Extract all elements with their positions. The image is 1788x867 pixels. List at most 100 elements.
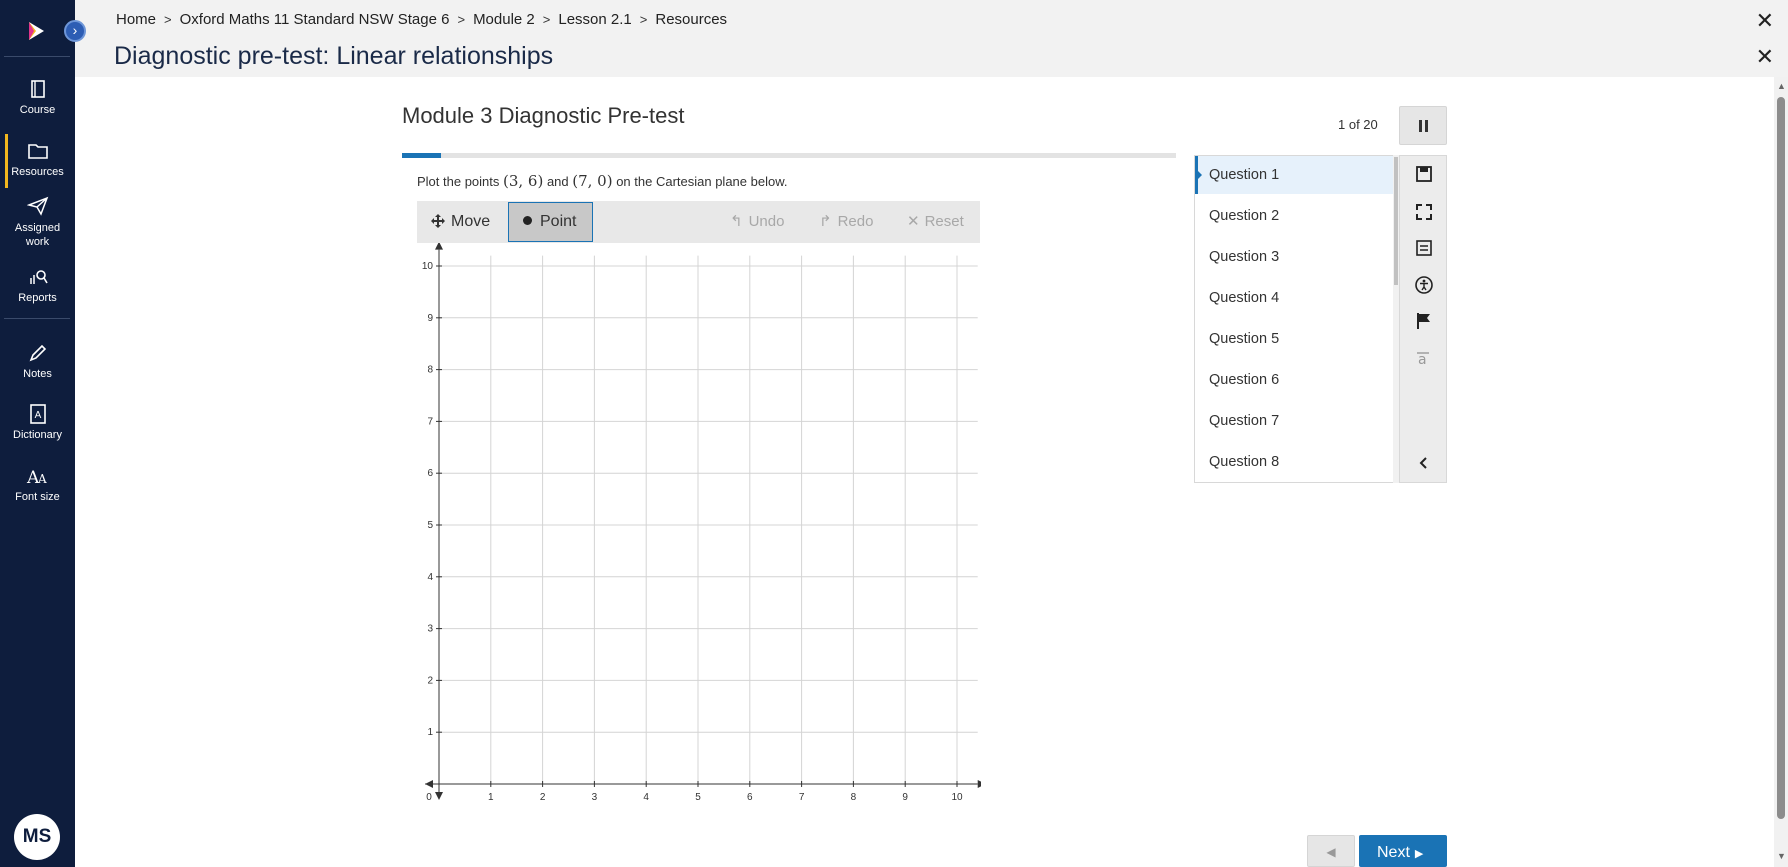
sidebar-item-resources[interactable]: Resources: [0, 134, 75, 188]
y-tick-label: 4: [427, 572, 433, 583]
x-tick-label: 8: [851, 792, 857, 803]
point-tool-button[interactable]: Point: [508, 202, 593, 242]
move-icon: [431, 214, 445, 228]
chevron-left-icon: ◀: [1326, 845, 1336, 859]
y-tick-label: 10: [422, 261, 434, 272]
font-size-icon: AA: [26, 468, 47, 487]
chevron-right-icon: ▶: [1414, 848, 1424, 860]
redo-button[interactable]: ↱ Redo: [819, 201, 873, 243]
point-icon: [523, 216, 532, 226]
expand-sidebar-button[interactable]: ›: [64, 20, 86, 42]
y-tick-label: 5: [427, 520, 433, 531]
sidebar-divider: [4, 56, 70, 57]
header: Home > Oxford Maths 11 Standard NSW Stag…: [75, 0, 1788, 77]
x-tick-label: 9: [902, 792, 908, 803]
breadcrumb: Home > Oxford Maths 11 Standard NSW Stag…: [116, 11, 727, 28]
x-tick-label: 5: [695, 792, 701, 803]
dictionary-icon: A: [29, 404, 46, 424]
graph-toolbar: Move Point ↰ Undo ↱ Redo ✕ Reset: [417, 201, 980, 243]
y-tick-label: 7: [427, 416, 433, 427]
x-tick-label: 2: [540, 792, 546, 803]
sidebar-item-font-size[interactable]: AA Font size: [0, 465, 75, 503]
breadcrumb-item-home[interactable]: Home: [116, 11, 156, 28]
sidebar-item-label: Course: [19, 104, 56, 116]
progress-fill: [402, 153, 441, 158]
list-icon[interactable]: [1414, 238, 1434, 258]
x-tick-label: 1: [488, 792, 494, 803]
previous-button[interactable]: ◀: [1307, 835, 1355, 867]
x-tick-label: 7: [799, 792, 805, 803]
sidebar-item-assigned-work[interactable]: Assigned work: [0, 195, 75, 249]
redo-icon: ↱: [819, 213, 832, 230]
reset-button[interactable]: ✕ Reset: [907, 201, 964, 243]
page-scroll-thumb[interactable]: [1777, 97, 1785, 819]
x-tick-label: 4: [643, 792, 649, 803]
prompt-text: Plot the points: [417, 174, 503, 189]
question-list-item[interactable]: Question 4: [1195, 279, 1394, 317]
y-tick-label: 6: [427, 468, 433, 479]
undo-button[interactable]: ↰ Undo: [730, 201, 784, 243]
sidebar-item-notes[interactable]: Notes: [0, 342, 75, 380]
question-list-item[interactable]: Question 7: [1195, 402, 1394, 440]
x-tick-label: 3: [592, 792, 598, 803]
sidebar-item-course[interactable]: Course: [0, 78, 75, 116]
prompt-text: on the Cartesian plane below.: [612, 174, 788, 189]
sidebar-item-dictionary[interactable]: A Dictionary: [0, 403, 75, 441]
redo-label: Redo: [837, 213, 874, 230]
scroll-down-icon[interactable]: ▼: [1777, 851, 1786, 861]
paper-plane-icon: [26, 196, 48, 216]
pause-button[interactable]: [1399, 106, 1447, 145]
flag-icon[interactable]: [1414, 311, 1434, 331]
collapse-chevron-icon[interactable]: [1414, 453, 1434, 473]
move-tool-label: Move: [451, 213, 491, 230]
prompt-text: and: [543, 174, 573, 189]
chevron-right-icon: >: [164, 12, 172, 27]
y-tick-label: 9: [427, 313, 433, 324]
quiz-title: Module 3 Diagnostic Pre-test: [402, 103, 685, 128]
x-tick-label: 0: [426, 792, 432, 803]
move-tool-button[interactable]: Move: [431, 201, 490, 243]
prompt-point-1: (3, 6): [503, 172, 544, 190]
sidebar-item-label: Notes: [23, 368, 52, 380]
breadcrumb-item-lesson[interactable]: Lesson 2.1: [558, 11, 631, 28]
x-tick-label: 10: [951, 792, 963, 803]
question-counter: 1 of 20: [1338, 117, 1378, 132]
cartesian-plane[interactable]: 0 1 2 3 4 5 6 7 8 9 10 1 2 3 4 5 6 7 8 9 10: [417, 243, 981, 805]
breadcrumb-item-course[interactable]: Oxford Maths 11 Standard NSW Stage 6: [180, 11, 450, 28]
x-tick-label: 6: [747, 792, 753, 803]
question-list-item[interactable]: Question 5: [1195, 320, 1394, 358]
pencil-icon: [29, 344, 46, 362]
next-button[interactable]: Next ▶: [1359, 835, 1447, 867]
sidebar-item-reports[interactable]: Reports: [0, 266, 75, 304]
save-icon[interactable]: [1414, 164, 1434, 184]
question-list-item[interactable]: Question 1: [1195, 156, 1394, 194]
close-resource-button[interactable]: ✕: [1756, 44, 1774, 70]
app-logo-icon[interactable]: [24, 18, 50, 44]
chevron-right-icon: >: [639, 12, 648, 27]
sidebar-item-label: Resources: [11, 166, 64, 178]
question-list-item[interactable]: Question 6: [1195, 361, 1394, 399]
accessibility-icon[interactable]: [1414, 275, 1434, 295]
sidebar-divider: [4, 318, 70, 319]
chevron-right-icon: >: [457, 12, 466, 27]
next-label: Next: [1377, 844, 1410, 861]
y-tick-label: 3: [427, 624, 433, 635]
svg-text:A: A: [37, 472, 47, 486]
breadcrumb-item-module[interactable]: Module 2: [473, 11, 535, 28]
scroll-up-icon[interactable]: ▲: [1777, 81, 1786, 91]
fullscreen-icon[interactable]: [1414, 202, 1434, 222]
reset-icon: ✕: [907, 213, 920, 230]
breadcrumb-item-resources[interactable]: Resources: [655, 11, 727, 28]
question-list-item[interactable]: Question 3: [1195, 238, 1394, 276]
question-list-item[interactable]: Question 2: [1195, 197, 1394, 235]
question-list-item[interactable]: Question 8: [1195, 443, 1394, 481]
avatar[interactable]: MS: [14, 814, 60, 860]
translate-icon[interactable]: a: [1414, 348, 1434, 368]
sidebar-item-label: Assigned work: [14, 222, 61, 248]
close-breadcrumb-button[interactable]: ✕: [1756, 8, 1774, 34]
book-icon: [30, 80, 45, 98]
svg-text:a: a: [1418, 352, 1427, 368]
progress-bar: [402, 153, 1176, 158]
page-scrollbar[interactable]: ▲ ▼: [1774, 77, 1788, 867]
question-list-scroll-thumb[interactable]: [1394, 157, 1398, 285]
